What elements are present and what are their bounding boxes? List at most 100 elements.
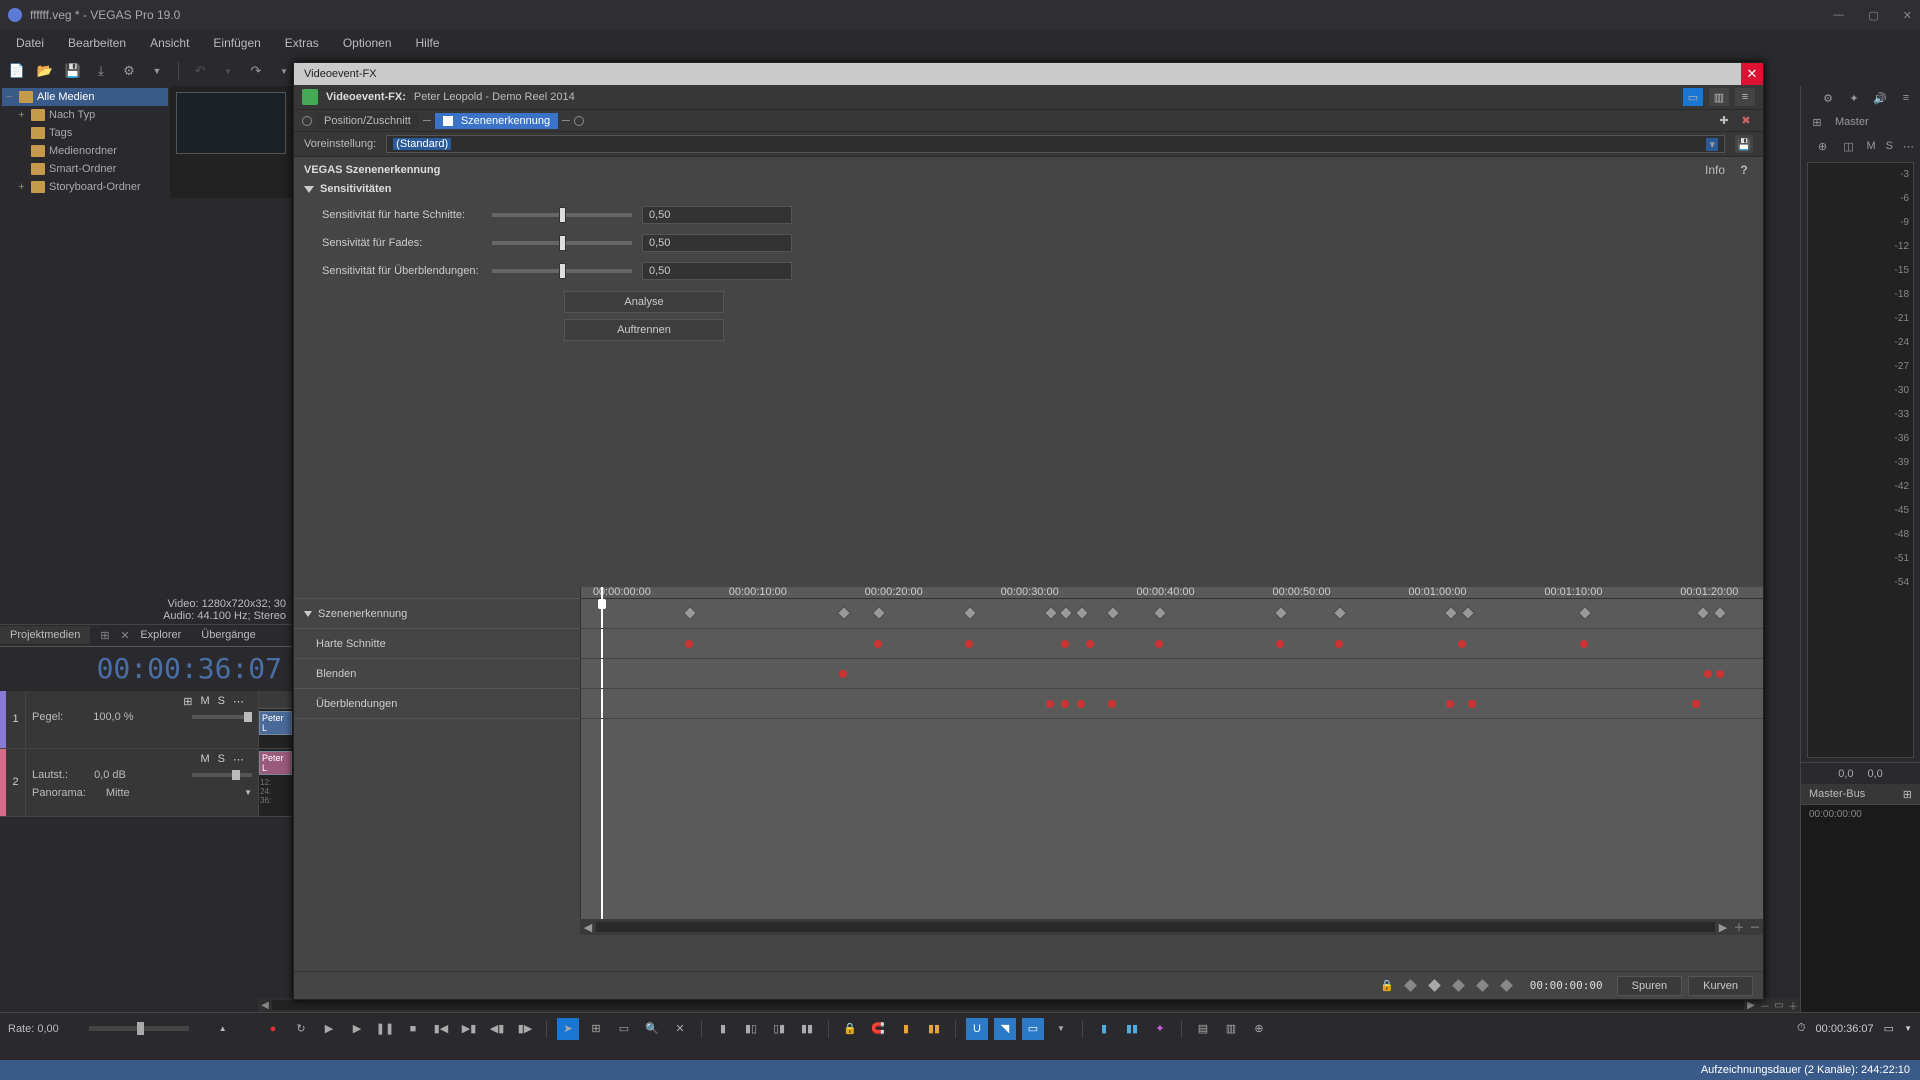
marker-a[interactable]: ▮ [895, 1018, 917, 1040]
fx-hscroll[interactable]: ◀▶＋－ [580, 919, 1763, 935]
fx-ruler[interactable]: 00:00:00:0000:00:10:0000:00:20:0000:00:3… [581, 587, 1763, 599]
fx-view-b[interactable]: ▥ [1709, 88, 1729, 106]
maximize-icon[interactable]: ▢ [1868, 9, 1878, 22]
trim-c[interactable]: ▯▮ [768, 1018, 790, 1040]
spuren-button[interactable]: Spuren [1617, 976, 1682, 996]
ripple-a[interactable]: ▮ [1093, 1018, 1115, 1040]
track-1-clip[interactable]: Peter L [258, 691, 292, 748]
kf-prev-icon[interactable] [1402, 977, 1420, 995]
lane-hdr-hard[interactable]: Harte Schnitte [294, 629, 580, 659]
stop-button[interactable]: ■ [402, 1018, 424, 1040]
chain-start-icon[interactable] [302, 116, 312, 126]
menu-datei[interactable]: Datei [6, 34, 54, 52]
fx-lane-canvas[interactable]: 00:00:00:0000:00:10:0000:00:20:0000:00:3… [580, 587, 1763, 935]
row2-value[interactable]: 0,50 [642, 234, 792, 252]
undo-icon[interactable]: ↶ [189, 60, 211, 82]
open-icon[interactable]: 📂 [34, 60, 56, 82]
play-start-button[interactable]: ▶ [318, 1018, 340, 1040]
tab-projektmedien[interactable]: Projektmedien [0, 626, 90, 644]
track-1-solo[interactable]: S [218, 695, 225, 708]
fx-view-a[interactable]: ▭ [1683, 88, 1703, 106]
preset-dropdown[interactable]: (Standard)▾ [386, 135, 1725, 153]
menu-bearbeiten[interactable]: Bearbeiten [58, 34, 136, 52]
fx-icon[interactable]: ✦ [1149, 1018, 1171, 1040]
fx-view-c[interactable]: ≡ [1735, 88, 1755, 106]
track-2-solo[interactable]: S [218, 753, 225, 766]
redo-dd[interactable]: ▼ [273, 60, 295, 82]
lock-button[interactable]: 🔒 [839, 1018, 861, 1040]
lane-hdr-cross[interactable]: Überblendungen [294, 689, 580, 719]
menu-extras[interactable]: Extras [275, 34, 329, 52]
master-mute[interactable]: M [1866, 140, 1875, 152]
event-a[interactable]: ▤ [1192, 1018, 1214, 1040]
fx-close-icon[interactable]: ✕ [1741, 63, 1763, 85]
track-1-mute[interactable]: M [200, 695, 209, 708]
analyse-button[interactable]: Analyse [564, 291, 724, 313]
track-2-clip[interactable]: Peter L 12:24:36: [258, 749, 292, 816]
auftrennen-button[interactable]: Auftrennen [564, 319, 724, 341]
kf-lock-icon[interactable]: 🔒 [1378, 977, 1396, 995]
redo-icon[interactable]: ↷ [245, 60, 267, 82]
lane-hdr-scene[interactable]: Szenenerkennung [294, 599, 580, 629]
tree-tags[interactable]: Tags [2, 124, 168, 142]
kf-last-icon[interactable] [1498, 977, 1516, 995]
tab-close-icon[interactable]: ✕ [110, 626, 130, 645]
track-2-header[interactable]: 2 MS⋯ Lautst.:0,0 dB Panorama:Mitte▼ Pet… [0, 749, 292, 817]
properties-icon[interactable]: ⚙ [118, 60, 140, 82]
trim-a[interactable]: ▮ [712, 1018, 734, 1040]
selection-tool[interactable]: ▭ [613, 1018, 635, 1040]
marker-b[interactable]: ▮▮ [923, 1018, 945, 1040]
kf-del-icon[interactable] [1450, 977, 1468, 995]
fx-info-link[interactable]: Info [1695, 163, 1735, 177]
lane-hdr-blend[interactable]: Blenden [294, 659, 580, 689]
chain-node-position[interactable]: Position/Zuschnitt [316, 113, 419, 129]
undo-dd[interactable]: ▼ [217, 60, 239, 82]
row1-slider[interactable] [492, 213, 632, 217]
kf-add-icon[interactable] [1426, 977, 1444, 995]
record-button[interactable]: ● [262, 1018, 284, 1040]
maximize-tl-icon[interactable]: ▭ [1884, 1022, 1894, 1035]
row2-slider[interactable] [492, 241, 632, 245]
render-icon[interactable]: ⤓ [90, 60, 112, 82]
menu-optionen[interactable]: Optionen [333, 34, 402, 52]
masterbus-tab[interactable]: Master-Bus⊞ [1801, 784, 1920, 804]
event-b[interactable]: ▥ [1220, 1018, 1242, 1040]
tab-pin-icon[interactable]: ⊞ [90, 626, 110, 645]
tree-storyboard[interactable]: +Storyboard-Ordner [2, 178, 168, 196]
tree-smart[interactable]: Smart-Ordner [2, 160, 168, 178]
vol-icon[interactable]: 🔊 [1872, 92, 1888, 105]
new-icon[interactable]: 📄 [6, 60, 28, 82]
star-icon[interactable]: ✦ [1846, 92, 1862, 105]
mode-flag[interactable]: ◥ [994, 1018, 1016, 1040]
loop-button[interactable]: ↻ [290, 1018, 312, 1040]
dropdown-icon[interactable]: ▼ [146, 60, 168, 82]
close-icon[interactable]: ✕ [1903, 9, 1912, 22]
kf-next-icon[interactable] [1474, 977, 1492, 995]
master-solo[interactable]: S [1886, 140, 1893, 152]
row3-value[interactable]: 0,50 [642, 262, 792, 280]
go-start-button[interactable]: ▮◀ [430, 1018, 452, 1040]
preset-save-icon[interactable]: 💾 [1735, 135, 1753, 153]
section-title[interactable]: Sensitivitäten [320, 183, 392, 195]
trim-d[interactable]: ▮▮ [796, 1018, 818, 1040]
mode-c[interactable]: ▭ [1022, 1018, 1044, 1040]
tool-del[interactable]: ✕ [669, 1018, 691, 1040]
track-1-header[interactable]: 1 ⊞MS⋯ Pegel:100,0 % Peter L [0, 691, 292, 749]
tree-nachtyp[interactable]: +Nach Typ [2, 106, 168, 124]
chain-del-icon[interactable]: ✖ [1737, 112, 1755, 130]
row3-slider[interactable] [492, 269, 632, 273]
save-icon[interactable]: 💾 [62, 60, 84, 82]
sliders-icon[interactable]: ≡ [1898, 92, 1914, 104]
tree-root[interactable]: −Alle Medien [2, 88, 168, 106]
menu-ansicht[interactable]: Ansicht [140, 34, 199, 52]
media-thumbnail[interactable] [176, 92, 286, 154]
master-link-icon[interactable]: ⊕ [1814, 140, 1830, 153]
chain-add-icon[interactable]: ✚ [1715, 112, 1733, 130]
fx-help-icon[interactable]: ? [1735, 163, 1753, 177]
pause-button[interactable]: ❚❚ [374, 1018, 396, 1040]
fx-titlebar[interactable]: Videoevent-FX ✕ [294, 63, 1763, 85]
minimize-icon[interactable]: — [1833, 9, 1844, 22]
zoom-tool[interactable]: 🔍 [641, 1018, 663, 1040]
mode-dd[interactable]: ▼ [1050, 1018, 1072, 1040]
rate-slider[interactable] [89, 1026, 189, 1031]
